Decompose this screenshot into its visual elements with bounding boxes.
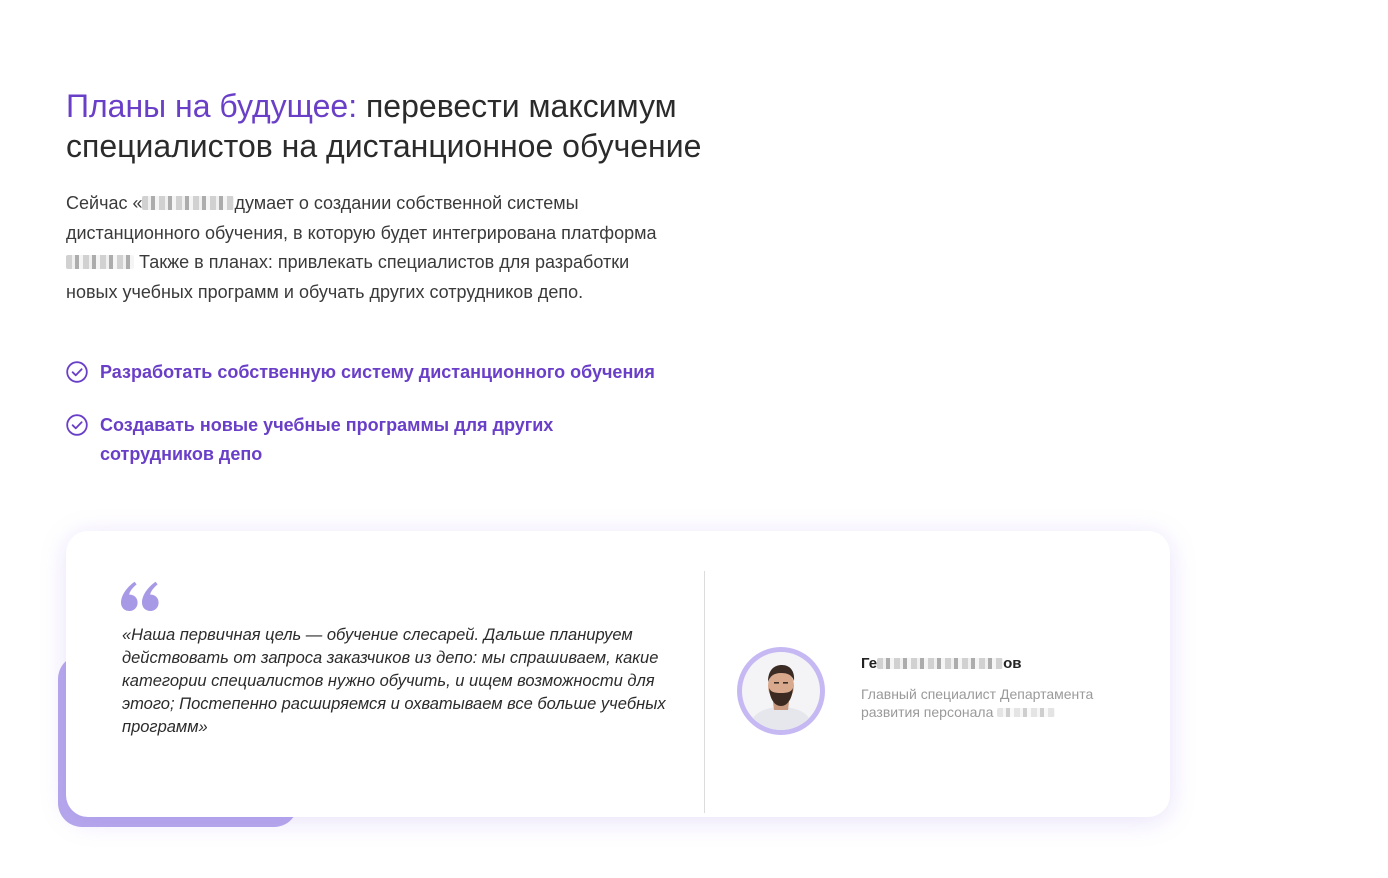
author-role: Главный специалист Департамента развития… [861, 685, 1141, 721]
benefit-text: Создавать новые учебные программы для др… [100, 414, 554, 465]
author-name-start: Ге [861, 655, 878, 672]
author-name: Ге ов [861, 655, 1021, 672]
check-circle-icon [66, 413, 88, 436]
testimonial-quote: «Наша первичная цель — обучение слесарей… [122, 626, 666, 736]
section-intro: Сейчас «думает о создании собственной си… [66, 189, 666, 307]
benefit-item: Разработать собственную систему дистанци… [66, 358, 666, 388]
redacted-platform-name [66, 255, 134, 269]
avatar [737, 647, 825, 735]
redacted-author-name [877, 658, 1004, 669]
author-role-text: Главный специалист Департамента развития… [861, 686, 1094, 720]
card-divider [704, 571, 705, 813]
redacted-company-name [142, 196, 235, 210]
author-name-end: ов [1003, 655, 1022, 672]
intro-part-3: Также в планах: привлекать специалистов … [66, 252, 630, 302]
testimonial-card: «Наша первичная цель — обучение слесарей… [66, 531, 1170, 817]
section-title: Планы на будущее: перевести максимум спе… [66, 86, 826, 166]
future-plans-section: Планы на будущее: перевести максимум спе… [0, 0, 1388, 878]
benefit-item: Создавать новые учебные программы для др… [66, 411, 666, 470]
redacted-company-name [997, 708, 1056, 717]
author-photo [742, 652, 820, 730]
section-title-accent: Планы на будущее: [66, 88, 358, 124]
quote-icon [121, 581, 159, 611]
intro-part-1: Сейчас « [66, 193, 143, 213]
check-circle-icon [66, 361, 88, 383]
benefit-text: Разработать собственную систему дистанци… [100, 362, 655, 382]
benefits-list: Разработать собственную систему дистанци… [66, 358, 666, 493]
